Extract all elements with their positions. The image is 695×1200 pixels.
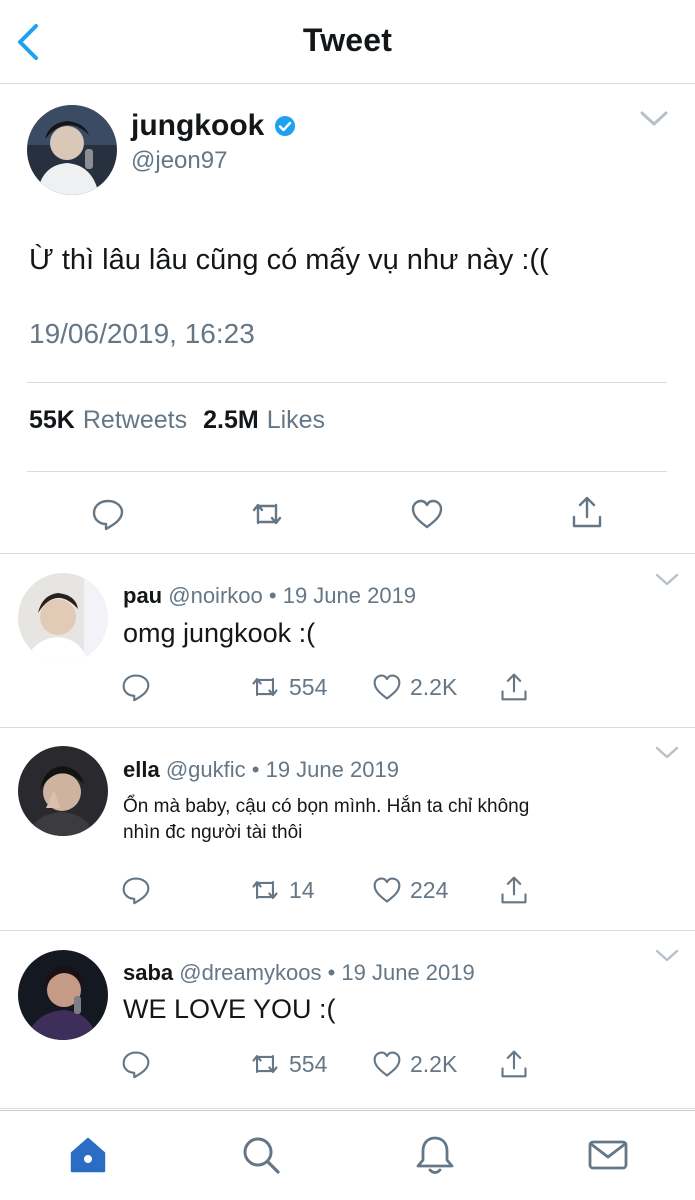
like-button[interactable]: 2.2K (372, 672, 457, 702)
share-button[interactable] (499, 875, 529, 905)
retweet-icon (252, 1055, 278, 1073)
reply-text: WE LOVE YOU :( (123, 994, 336, 1024)
search-icon[interactable] (239, 1133, 283, 1177)
reply-date: 19 June 2019 (282, 583, 417, 608)
reply-author-handle[interactable]: @dreamykoos (179, 960, 321, 985)
like-icon (373, 674, 401, 700)
home-icon[interactable] (66, 1133, 110, 1177)
reply-button[interactable] (121, 672, 151, 702)
retweet-button[interactable]: 554 (249, 672, 327, 702)
verified-badge-icon (275, 116, 296, 136)
reply-header: saba @dreamykoos • 19 June 2019 (123, 960, 475, 986)
reply-actions: 554 2.2K (0, 1049, 695, 1089)
chevron-down-icon[interactable] (639, 109, 669, 129)
avatar[interactable] (18, 573, 108, 663)
share-button[interactable] (499, 1049, 529, 1079)
like-icon (373, 1051, 401, 1077)
author-handle[interactable]: @jeon97 (131, 147, 227, 175)
retweet-icon (252, 678, 278, 696)
retweet-button[interactable]: 554 (249, 1049, 327, 1079)
reply-header: ella @gukfic • 19 June 2019 (123, 757, 399, 783)
author-name-text: jungkook (131, 109, 265, 142)
reply-author-name[interactable]: saba (123, 960, 173, 985)
share-icon (501, 876, 527, 904)
avatar[interactable] (27, 105, 117, 195)
notifications-icon[interactable] (413, 1133, 457, 1177)
reply-button[interactable] (121, 1049, 151, 1079)
reply-icon[interactable] (91, 497, 125, 531)
chevron-down-icon[interactable] (655, 746, 679, 760)
separator-dot: • (268, 583, 277, 608)
separator-dot: • (327, 960, 336, 985)
reply-actions: 14 224 (0, 875, 695, 915)
tweet-text: Ừ thì lâu lâu cũng có mấy vụ như này :(( (29, 244, 549, 276)
like-count: 224 (410, 876, 449, 903)
share-icon[interactable] (570, 495, 604, 529)
retweets-label[interactable]: Retweets (83, 406, 187, 435)
author-name[interactable]: jungkook (131, 109, 296, 143)
retweet-button[interactable]: 14 (249, 875, 315, 905)
share-icon (501, 1050, 527, 1078)
page-title: Tweet (302, 22, 393, 58)
tweet-stats: 55K Retweets 2.5M Likes (29, 406, 333, 435)
divider (27, 382, 667, 383)
chevron-down-icon[interactable] (655, 949, 679, 963)
reply-icon (122, 877, 150, 905)
reply-text: omg jungkook :( (123, 618, 316, 648)
share-icon (501, 673, 527, 701)
reply-actions: 554 2.2K (0, 672, 695, 712)
bottom-tab-bar (0, 1110, 695, 1200)
retweet-icon[interactable] (250, 497, 284, 531)
like-count: 2.2K (410, 673, 458, 700)
reply-author-handle[interactable]: @noirkoo (168, 583, 263, 608)
reply-item[interactable]: ella @gukfic • 19 June 2019 Ổn mà baby, … (0, 728, 695, 931)
reply-author-name[interactable]: ella (123, 757, 160, 782)
messages-icon[interactable] (586, 1133, 630, 1177)
tweet-actions (0, 492, 695, 536)
share-button[interactable] (499, 672, 529, 702)
reply-author-name[interactable]: pau (123, 583, 162, 608)
main-tweet: jungkook @jeon97 Ừ thì lâu lâu cũng có m… (0, 84, 695, 554)
reply-item[interactable]: pau @noirkoo • 19 June 2019 omg jungkook… (0, 554, 695, 728)
reply-author-handle[interactable]: @gukfic (166, 757, 246, 782)
retweet-icon (252, 881, 278, 899)
retweet-count: 554 (289, 1050, 328, 1077)
reply-item[interactable]: saba @dreamykoos • 19 June 2019 WE LOVE … (0, 931, 695, 1109)
reply-icon (122, 1051, 150, 1079)
retweet-count: 554 (289, 673, 328, 700)
separator-dot: • (251, 757, 260, 782)
avatar[interactable] (18, 950, 108, 1040)
like-icon[interactable] (410, 497, 444, 531)
like-icon (373, 877, 401, 903)
like-button[interactable]: 224 (372, 875, 448, 905)
likes-count[interactable]: 2.5M (203, 406, 259, 435)
like-count: 2.2K (410, 1050, 458, 1077)
reply-button[interactable] (121, 875, 151, 905)
reply-icon (122, 674, 150, 702)
like-button[interactable]: 2.2K (372, 1049, 457, 1079)
reply-date: 19 June 2019 (265, 757, 399, 782)
retweet-count: 14 (289, 876, 315, 903)
avatar[interactable] (18, 746, 108, 836)
top-bar: Tweet (0, 0, 695, 84)
likes-label[interactable]: Likes (267, 406, 325, 435)
reply-header: pau @noirkoo • 19 June 2019 (123, 583, 416, 609)
tweet-timestamp: 19/06/2019, 16:23 (29, 318, 255, 349)
retweets-count[interactable]: 55K (29, 406, 75, 435)
reply-text: Ổn mà baby, cậu có bọn mình. Hắn ta chỉ … (123, 796, 530, 843)
reply-date: 19 June 2019 (341, 960, 475, 985)
chevron-down-icon[interactable] (655, 573, 679, 587)
divider (27, 471, 667, 472)
